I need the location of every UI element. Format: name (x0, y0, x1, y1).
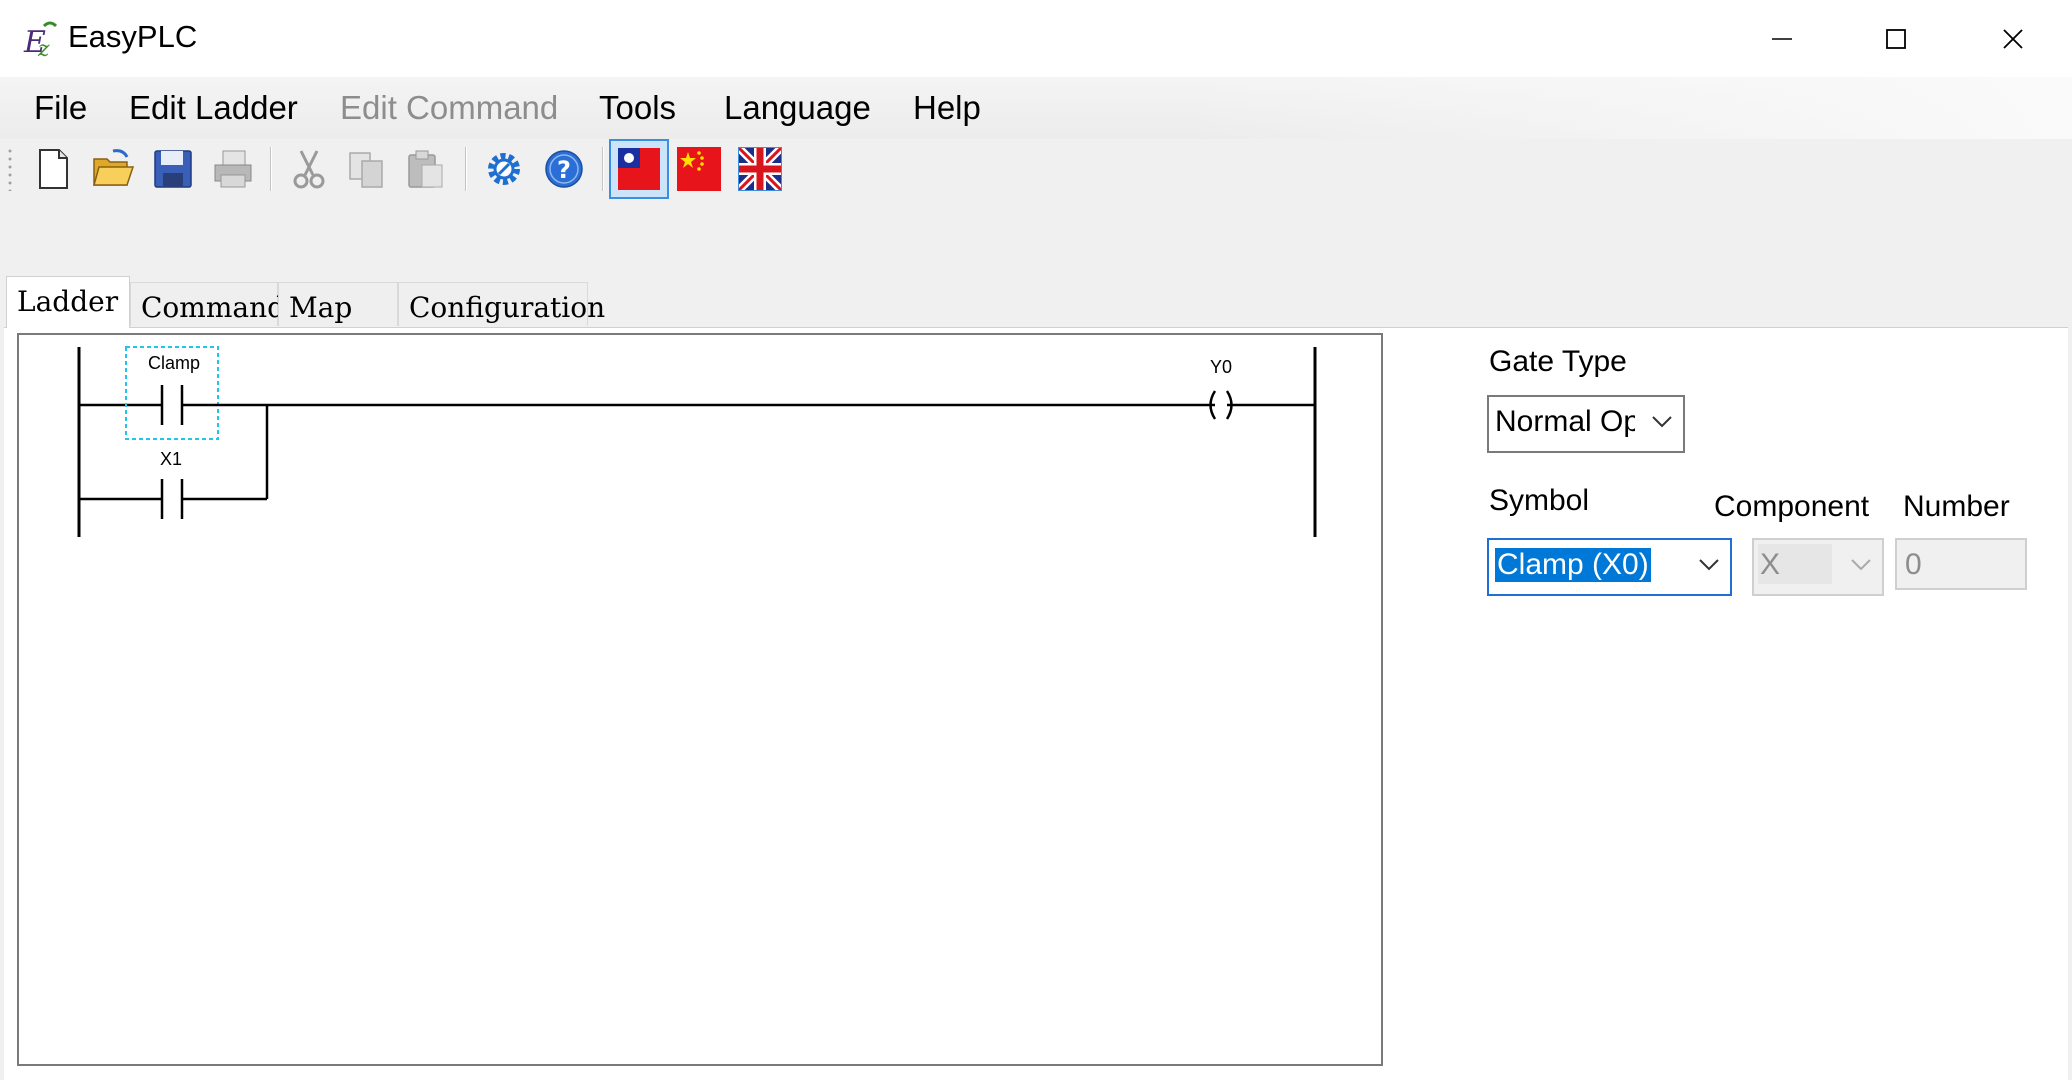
number-input[interactable]: 0 (1895, 538, 2027, 590)
flag-china-icon (677, 147, 721, 191)
contact-x1[interactable] (160, 479, 184, 519)
contact-label-clamp: Clamp (148, 353, 200, 373)
cut-icon (293, 150, 325, 189)
cut-button[interactable] (283, 143, 335, 195)
toolbar: ? (0, 139, 2072, 203)
title-bar: E z EasyPLC (0, 0, 2072, 77)
tab-configuration[interactable]: Configuration (398, 282, 605, 326)
svg-text:z: z (37, 37, 50, 60)
settings-gear-icon (488, 153, 520, 185)
contact-clamp[interactable] (160, 385, 184, 425)
component-label: Component (1714, 490, 1870, 523)
gate-type-select[interactable]: Normal Op (1487, 395, 1685, 453)
menu-bar-gradient (1175, 77, 2072, 139)
symbol-label: Symbol (1489, 484, 1590, 517)
toolbar-separator (602, 147, 604, 191)
close-button[interactable] (1954, 0, 2072, 77)
contact-label-x1: X1 (160, 449, 182, 469)
language-taiwan-button[interactable] (609, 139, 669, 199)
open-folder-icon (93, 149, 135, 186)
chevron-down-icon (1851, 559, 1871, 571)
symbol-value: Clamp (X0) (1495, 548, 1651, 582)
settings-button[interactable] (478, 143, 530, 195)
component-select[interactable]: X (1752, 538, 1884, 596)
paste-button[interactable] (400, 143, 452, 195)
new-file-icon (39, 149, 68, 189)
chevron-down-icon (1652, 416, 1672, 428)
save-button[interactable] (147, 143, 199, 195)
gate-type-label: Gate Type (1489, 345, 1627, 378)
menu-help[interactable]: Help (913, 89, 981, 127)
easyplc-logo-icon: E z (23, 21, 58, 60)
language-china-button[interactable] (673, 143, 725, 195)
flag-taiwan-icon (618, 148, 660, 190)
ladder-diagram[interactable]: Clamp Y0 X1 (19, 335, 1381, 1064)
maximize-button[interactable] (1837, 0, 1955, 77)
tab-map[interactable]: Map (278, 282, 398, 326)
open-button[interactable] (87, 143, 139, 195)
number-value: 0 (1905, 548, 1922, 581)
help-icon: ? (545, 150, 583, 188)
menu-tools[interactable]: Tools (599, 89, 676, 127)
close-icon (2003, 28, 2023, 49)
maximize-icon (1886, 28, 1906, 49)
menu-bar: File Edit Ladder Edit Command Tools Lang… (0, 77, 2072, 139)
tab-command[interactable]: Command (130, 282, 285, 326)
app-window: E z EasyPLC File Edit Ladder Edit Comman… (0, 0, 2072, 1081)
toolbar-separator (270, 147, 272, 191)
print-button[interactable] (207, 143, 259, 195)
flag-uk-icon (738, 147, 782, 191)
gate-type-value: Normal Op (1495, 405, 1635, 438)
symbol-select[interactable]: Clamp (X0) (1487, 538, 1732, 596)
toolbar-grip[interactable] (8, 147, 12, 191)
new-file-button[interactable] (27, 143, 79, 195)
minimize-icon (1772, 37, 1792, 40)
ladder-canvas[interactable]: Clamp Y0 X1 (17, 333, 1383, 1066)
help-button[interactable]: ? (538, 143, 590, 195)
tab-ladder[interactable]: Ladder (6, 276, 130, 328)
coil-label-y0: Y0 (1210, 357, 1232, 377)
copy-button[interactable] (341, 143, 393, 195)
save-icon (154, 150, 192, 188)
menu-edit-ladder[interactable]: Edit Ladder (129, 89, 298, 127)
copy-icon (349, 152, 383, 188)
svg-text:?: ? (557, 156, 571, 184)
language-uk-button[interactable] (730, 139, 790, 199)
paste-icon (408, 150, 443, 188)
chevron-down-icon (1699, 559, 1719, 571)
component-value: X (1760, 548, 1781, 581)
menu-file[interactable]: File (34, 89, 87, 127)
menu-language[interactable]: Language (724, 89, 871, 127)
window-title: EasyPLC (68, 19, 198, 54)
number-label: Number (1903, 490, 2010, 523)
minimize-button[interactable] (1723, 0, 1841, 77)
toolbar-separator (465, 147, 467, 191)
menu-edit-command[interactable]: Edit Command (340, 89, 558, 127)
print-icon (214, 150, 252, 188)
